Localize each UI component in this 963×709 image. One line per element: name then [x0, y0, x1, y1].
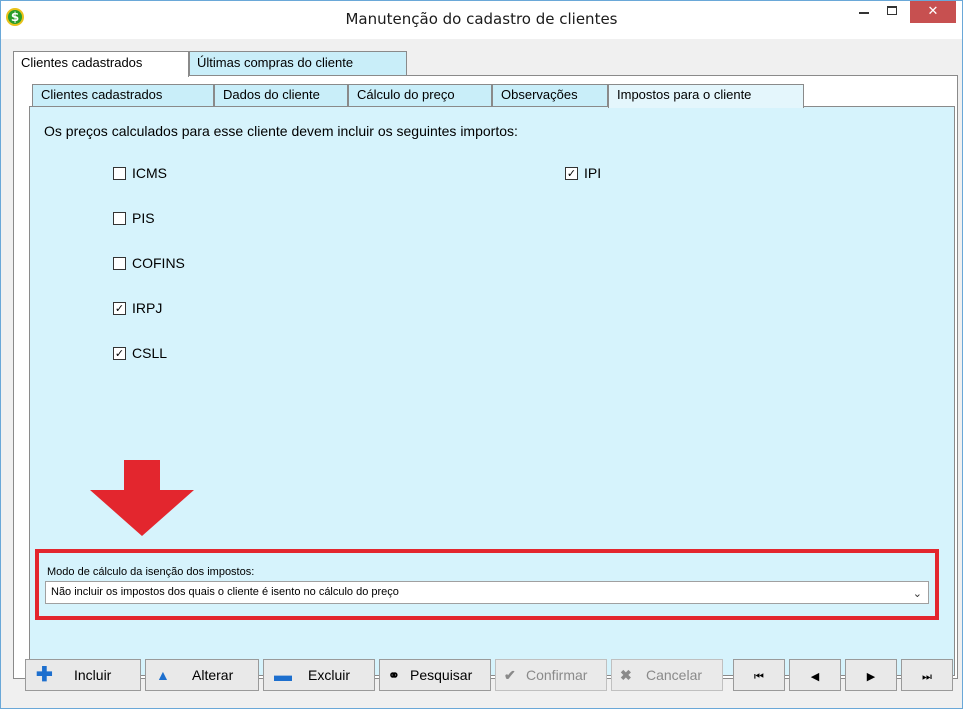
- binoculars-icon: ⚭: [388, 667, 400, 683]
- minus-icon: ▬: [274, 665, 292, 685]
- taxes-prompt: Os preços calculados para esse cliente d…: [44, 123, 518, 139]
- exemption-mode-select[interactable]: Não incluir os impostos dos quais o clie…: [45, 581, 929, 604]
- red-down-arrow-icon: [90, 460, 194, 536]
- button-label: Alterar: [192, 667, 234, 683]
- main-window: $ Manutenção do cadastro de clientes ✕ C…: [0, 0, 963, 709]
- next-icon: ▶: [866, 671, 876, 683]
- confirmar-button[interactable]: ✔ Confirmar: [495, 659, 607, 691]
- tab-ultimas-compras[interactable]: Últimas compras do cliente: [189, 51, 407, 75]
- alterar-button[interactable]: ▲ Alterar: [145, 659, 259, 691]
- button-label: Cancelar: [646, 667, 703, 683]
- bottom-toolbar: ✚ Incluir ▲ Alterar ▬ Excluir ⚭ Pesquisa…: [13, 651, 958, 701]
- tab-label: Observações: [501, 87, 578, 102]
- x-icon: ✖: [620, 667, 632, 683]
- skip-first-icon: ⏮: [754, 671, 764, 683]
- first-record-button[interactable]: ⏮: [733, 659, 785, 691]
- button-label: Incluir: [74, 667, 112, 683]
- button-label: Excluir: [308, 667, 351, 683]
- skip-last-icon: ⏭: [922, 671, 932, 683]
- taxes-panel: Os preços calculados para esse cliente d…: [29, 106, 955, 676]
- last-record-button[interactable]: ⏭: [901, 659, 953, 691]
- checkbox-label: CSLL: [132, 345, 168, 361]
- outer-tab-panel: Clientes cadastrados Dados do cliente Cá…: [13, 75, 958, 679]
- checkbox-label: IRPJ: [132, 300, 163, 316]
- checkbox-label: ICMS: [132, 165, 167, 181]
- title-bar: $ Manutenção do cadastro de clientes ✕: [1, 1, 962, 39]
- tab-label: Clientes cadastrados: [21, 55, 143, 70]
- cancelar-button[interactable]: ✖ Cancelar: [611, 659, 723, 691]
- tab-dados-do-cliente[interactable]: Dados do cliente: [214, 84, 348, 106]
- button-label: Pesquisar: [410, 667, 473, 683]
- checkbox-label: IPI: [584, 165, 602, 181]
- check-mark-icon[interactable]: ✓: [113, 302, 126, 315]
- incluir-button[interactable]: ✚ Incluir: [25, 659, 141, 691]
- check-mark-icon[interactable]: ✓: [113, 347, 126, 360]
- chevron-down-icon[interactable]: ⌄: [913, 584, 922, 605]
- exemption-mode-label: Modo de cálculo da isenção dos impostos:: [47, 566, 255, 578]
- triangle-up-icon: ▲: [156, 667, 170, 683]
- exemption-mode-highlight: Modo de cálculo da isenção dos impostos:…: [35, 549, 939, 620]
- tab-clientes-cadastrados-inner[interactable]: Clientes cadastrados: [32, 84, 214, 106]
- tab-impostos-para-o-cliente[interactable]: Impostos para o cliente: [608, 84, 804, 108]
- button-label: Confirmar: [526, 667, 588, 683]
- tab-label: Últimas compras do cliente: [197, 55, 354, 70]
- client-area: Clientes cadastrados Últimas compras do …: [9, 39, 958, 702]
- next-record-button[interactable]: ▶: [845, 659, 897, 691]
- tab-clientes-cadastrados-outer[interactable]: Clientes cadastrados: [13, 51, 189, 77]
- close-icon: ✕: [927, 4, 939, 19]
- checkbox-label: PIS: [132, 210, 155, 226]
- previous-icon: ◀: [810, 671, 820, 683]
- plus-icon: ✚: [36, 664, 53, 686]
- minimize-icon: [859, 12, 869, 14]
- maximize-button[interactable]: [878, 1, 906, 23]
- checkbox-box[interactable]: [113, 167, 126, 180]
- checkbox-label: COFINS: [132, 255, 185, 271]
- tab-observacoes[interactable]: Observações: [492, 84, 608, 106]
- excluir-button[interactable]: ▬ Excluir: [263, 659, 375, 691]
- tab-label: Cálculo do preço: [357, 87, 455, 102]
- check-mark-icon[interactable]: ✓: [565, 167, 578, 180]
- tab-label: Dados do cliente: [223, 87, 320, 102]
- previous-record-button[interactable]: ◀: [789, 659, 841, 691]
- window-title: Manutenção do cadastro de clientes: [345, 10, 618, 28]
- tab-calculo-do-preco[interactable]: Cálculo do preço: [348, 84, 492, 106]
- maximize-icon: [887, 6, 897, 15]
- exemption-mode-value: Não incluir os impostos dos quais o clie…: [51, 586, 399, 598]
- tab-label: Clientes cadastrados: [41, 87, 163, 102]
- checkbox-box[interactable]: [113, 257, 126, 270]
- tab-label: Impostos para o cliente: [617, 87, 752, 102]
- minimize-button[interactable]: [850, 1, 878, 23]
- close-button[interactable]: ✕: [910, 1, 956, 23]
- checkbox-box[interactable]: [113, 212, 126, 225]
- check-icon: ✔: [504, 667, 516, 683]
- pesquisar-button[interactable]: ⚭ Pesquisar: [379, 659, 491, 691]
